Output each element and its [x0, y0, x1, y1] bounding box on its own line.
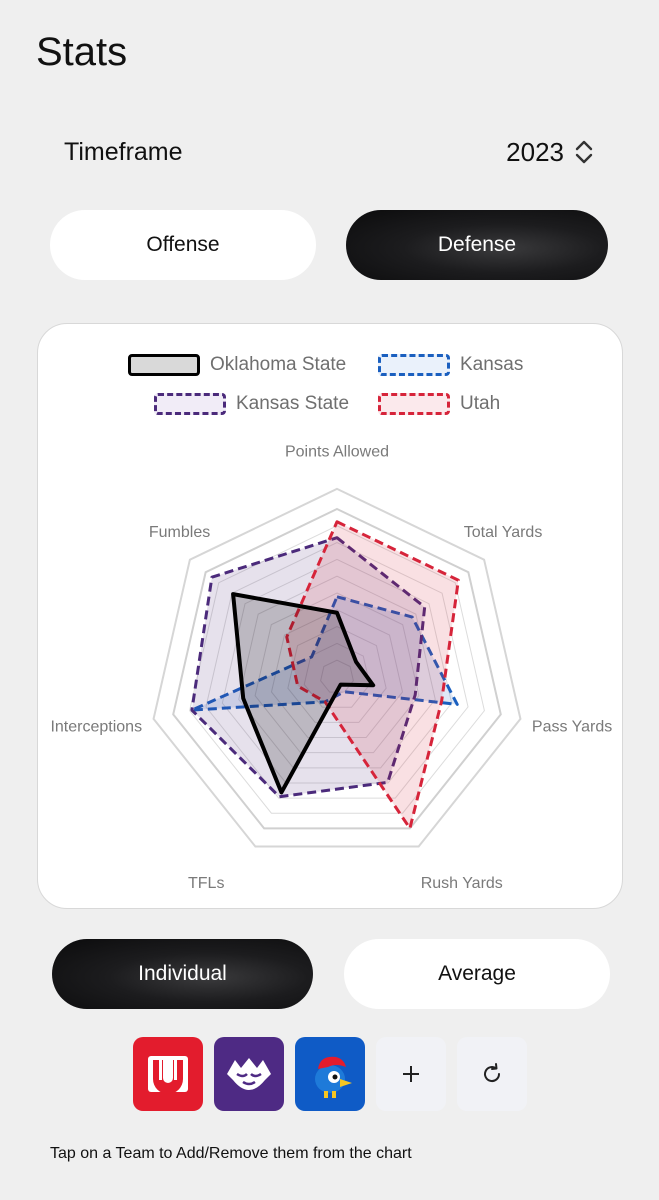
axis-label-interceptions: Interceptions [50, 719, 142, 736]
radar-series [190, 520, 460, 830]
team-tile-kansas[interactable] [295, 1037, 365, 1111]
hint-text: Tap on a Team to Add/Remove them from th… [50, 1145, 412, 1162]
axis-label-total-yards: Total Yards [464, 524, 543, 541]
page-title: Stats [36, 30, 128, 74]
stats-screen: Stats Timeframe 2023 Offense Defense Okl… [0, 0, 659, 1200]
axis-label-pass-yards: Pass Yards [532, 719, 612, 736]
timeframe-select[interactable]: 2023 [506, 137, 594, 168]
axis-label-tfls: TFLs [188, 875, 224, 892]
add-team-button[interactable] [376, 1037, 446, 1111]
team-tile-kansas-state[interactable] [214, 1037, 284, 1111]
axis-label-points-allowed: Points Allowed [285, 444, 389, 461]
axis-label-rush-yards: Rush Yards [421, 875, 503, 892]
tab-offense[interactable]: Offense [50, 210, 316, 280]
timeframe-value: 2023 [506, 136, 564, 167]
tab-individual[interactable]: Individual [52, 939, 313, 1009]
kansas-jayhawk-icon [315, 1056, 352, 1098]
reset-button[interactable] [457, 1037, 527, 1111]
tab-average[interactable]: Average [344, 939, 610, 1009]
plus-icon [403, 1066, 419, 1082]
kansas-state-wildcat-icon [227, 1058, 271, 1090]
refresh-icon [484, 1063, 501, 1083]
team-tile-utah[interactable] [133, 1037, 203, 1111]
axis-label-fumbles: Fumbles [149, 524, 210, 541]
radar-chart: Points Allowed Total Yards Pass Yards Rush … [50, 444, 612, 892]
chevron-up-down-icon [575, 140, 593, 164]
team-selector [133, 1037, 527, 1111]
utah-logo-icon [148, 1056, 188, 1094]
timeframe-label: Timeframe [64, 137, 183, 166]
radar-chart-card: Oklahoma State Kansas Kansas State Utah … [37, 323, 623, 909]
timeframe-row: Timeframe 2023 [64, 134, 594, 170]
tab-defense[interactable]: Defense [346, 210, 608, 280]
